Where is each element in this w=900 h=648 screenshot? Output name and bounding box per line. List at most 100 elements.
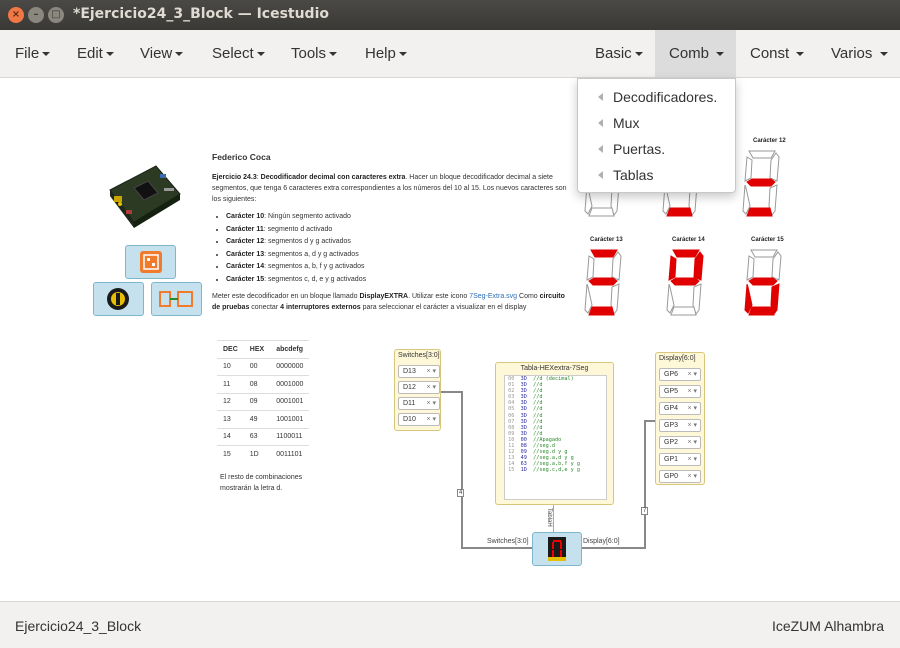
line-number: 03 [505, 394, 521, 401]
block-title: Display[6:0] [659, 355, 696, 362]
window-close-button[interactable]: × [8, 7, 24, 23]
display-extra-block[interactable] [532, 532, 582, 566]
hex-value: 3D [520, 424, 534, 431]
hex-table-block[interactable]: Tabla-HEXextra-7Seg 00 3D //d (decimal) … [495, 362, 614, 505]
code-comment: //d [533, 382, 543, 389]
menu-basic[interactable]: Basic [595, 30, 643, 77]
table-cell: 0000000 [270, 357, 310, 376]
menu-select[interactable]: Select [212, 30, 265, 77]
doc-intro-label: Ejercicio 24.3 [212, 174, 257, 181]
clear-icon[interactable]: × ▾ [687, 386, 697, 397]
pin-select[interactable]: GP0 × ▾ [659, 470, 701, 483]
segment-d [666, 207, 693, 217]
item-text: : segmentos c, d, e y g activados [264, 275, 367, 283]
bus-width-label: 4 [457, 489, 465, 497]
segment-g [748, 277, 778, 286]
line-number: 10 [505, 436, 521, 443]
pin-select[interactable]: D11 × ▾ [398, 397, 440, 410]
menu-file[interactable]: File [15, 30, 51, 77]
dropdown-item-label: Mux [613, 115, 640, 131]
code-comment: //Apagado [533, 436, 562, 443]
menu-select-label: Select [212, 45, 254, 62]
pin-select[interactable]: GP1 × ▾ [659, 453, 701, 466]
clear-icon[interactable]: × ▾ [687, 471, 697, 482]
table-cell: 10 [217, 357, 244, 376]
item-text: : segmento d activado [263, 225, 333, 233]
item-text: : Ningún segmento activado [264, 213, 351, 220]
menu-edit[interactable]: Edit [77, 30, 114, 77]
code-comment: //seg.c,d,e y g [533, 467, 580, 474]
table-header-row: DEC HEX abcdefg [217, 340, 310, 358]
clear-icon[interactable]: × ▾ [426, 366, 436, 377]
clear-icon[interactable]: × ▾ [687, 437, 697, 448]
board-name[interactable]: IceZUM Alhambra [772, 618, 884, 634]
line-number: 04 [505, 400, 521, 407]
dropdown-item-decodificadores[interactable]: Decodificadores. [578, 84, 735, 110]
hex-value: 3D [520, 418, 534, 425]
wire [461, 547, 533, 549]
clear-icon[interactable]: × ▾ [687, 454, 697, 465]
input-port-label: Switches[3:0] [487, 538, 529, 545]
segment-d [588, 306, 615, 316]
doc-char-list: Carácter 10: Ningún segmento activado Ca… [226, 211, 574, 285]
table-cell: 14 [217, 427, 244, 446]
line-number: 15 [505, 467, 521, 474]
clear-icon[interactable]: × ▾ [687, 369, 697, 380]
pin-select[interactable]: D12 × ▾ [398, 381, 440, 394]
clear-icon[interactable]: × ▾ [426, 414, 436, 425]
segment-d [748, 306, 775, 316]
wire [440, 391, 462, 393]
clear-icon[interactable]: × ▾ [687, 403, 697, 414]
menu-varios[interactable]: Varios [831, 30, 888, 77]
menu-tools[interactable]: Tools [291, 30, 338, 77]
caret-left-icon [598, 145, 603, 153]
table-header: DEC [217, 340, 244, 358]
seven-segment-display-15 [744, 249, 782, 316]
block-title: Switches[3:0] [398, 352, 440, 359]
comb-dropdown: Decodificadores. Mux Puertas. Tablas [577, 78, 736, 193]
pin-select[interactable]: GP2 × ▾ [659, 436, 701, 449]
item-label: Carácter 13 [226, 250, 265, 258]
dropdown-item-tablas[interactable]: Tablas [578, 162, 735, 188]
code-comment: //d [533, 418, 543, 425]
window-maximize-button[interactable]: □ [48, 7, 64, 23]
line-number: 06 [505, 412, 521, 419]
display-extra-block-icon[interactable] [125, 245, 176, 279]
code-editor[interactable]: 00 3D //d (decimal) 01 3D //d 02 3D //d … [504, 375, 607, 500]
dropdown-item-puertas[interactable]: Puertas. [578, 136, 735, 162]
hex-value: 3D [520, 382, 534, 389]
chevron-down-icon [175, 52, 184, 57]
pin-select[interactable]: D10 × ▾ [398, 413, 440, 426]
table-note: El resto de combinaciones mostrarán la l… [220, 474, 303, 492]
chevron-down-icon [329, 52, 338, 57]
close-icon: × [11, 9, 21, 20]
display-output-block[interactable]: Display[6:0] GP6 × ▾ GP5 × ▾ GP4 × ▾ GP3 × ▾… [655, 352, 705, 485]
window-minimize-button[interactable]: – [28, 7, 44, 23]
clear-icon[interactable]: × ▾ [426, 398, 436, 409]
chevron-down-icon [879, 52, 888, 57]
pin-select[interactable]: GP3 × ▾ [659, 419, 701, 432]
segment-a [748, 150, 776, 159]
pin-label: D11 [403, 400, 416, 407]
table-row: 10 00 0000000 [217, 357, 310, 376]
menu-view[interactable]: View [140, 30, 184, 77]
table-cell: 11 [217, 375, 244, 393]
switches-input-block[interactable]: Switches[3:0] D13 × ▾ D12 × ▾ D11 × ▾ D10 × … [394, 349, 441, 431]
clear-icon[interactable]: × ▾ [426, 382, 436, 393]
menu-help[interactable]: Help [365, 30, 407, 77]
doc-icon-link[interactable]: 7Seg-Extra.svg [469, 293, 517, 300]
pin-select[interactable]: GP6 × ▾ [659, 368, 701, 381]
pin-select[interactable]: GP4 × ▾ [659, 402, 701, 415]
line-number: 08 [505, 424, 521, 431]
pin-select[interactable]: D13 × ▾ [398, 365, 440, 378]
hex-value: 63 [520, 461, 534, 468]
pin-select[interactable]: GP5 × ▾ [659, 385, 701, 398]
menu-const[interactable]: Const [750, 30, 805, 77]
dropdown-item-mux[interactable]: Mux [578, 110, 735, 136]
menu-comb[interactable]: Comb [655, 30, 736, 77]
segment-g [588, 277, 618, 286]
segment-a [590, 249, 618, 258]
table-cell: 08 [243, 375, 271, 393]
menu-help-label: Help [365, 45, 396, 62]
clear-icon[interactable]: × ▾ [687, 420, 697, 431]
